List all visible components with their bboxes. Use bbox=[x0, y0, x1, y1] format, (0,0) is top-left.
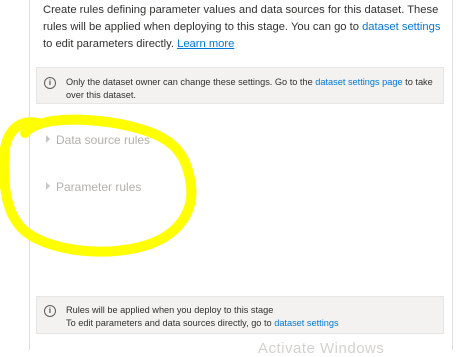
deploy-notice-line1: Rules will be applied when you deploy to… bbox=[66, 305, 274, 315]
deployment-rules-panel: Create rules defining parameter values a… bbox=[0, 0, 474, 357]
deploy-notice-text: Rules will be applied when you deploy to… bbox=[66, 304, 435, 329]
info-icon: i bbox=[44, 77, 56, 89]
data-source-rules-expander[interactable]: Data source rules bbox=[46, 131, 150, 149]
data-source-rules-label: Data source rules bbox=[56, 133, 151, 147]
owner-notice-banner: i Only the dataset owner can change thes… bbox=[36, 67, 444, 104]
deploy-notice-line2: To edit parameters and data sources dire… bbox=[66, 317, 272, 328]
owner-notice-message: Only the dataset owner can change these … bbox=[66, 77, 313, 87]
learn-more-link[interactable]: Learn more bbox=[177, 38, 234, 50]
panel-right-border bbox=[452, 0, 453, 350]
dataset-settings-page-link[interactable]: dataset settings page bbox=[315, 77, 402, 87]
parameter-rules-expander[interactable]: Parameter rules bbox=[46, 178, 141, 196]
parameter-rules-label: Parameter rules bbox=[56, 180, 142, 194]
owner-notice-text: Only the dataset owner can change these … bbox=[66, 76, 435, 101]
activate-windows-watermark: Activate Windows bbox=[258, 340, 385, 357]
intro-text-after: to edit parameters directly. bbox=[43, 38, 174, 50]
intro-description: Create rules defining parameter values a… bbox=[43, 2, 443, 53]
chevron-right-icon bbox=[46, 182, 50, 190]
chevron-right-icon bbox=[46, 135, 50, 143]
panel-left-border bbox=[29, 0, 30, 350]
deploy-dataset-settings-link[interactable]: dataset settings bbox=[274, 318, 338, 328]
dataset-settings-link[interactable]: dataset settings bbox=[362, 21, 440, 33]
info-icon: i bbox=[44, 305, 56, 317]
deploy-notice-banner: i Rules will be applied when you deploy … bbox=[36, 296, 444, 334]
